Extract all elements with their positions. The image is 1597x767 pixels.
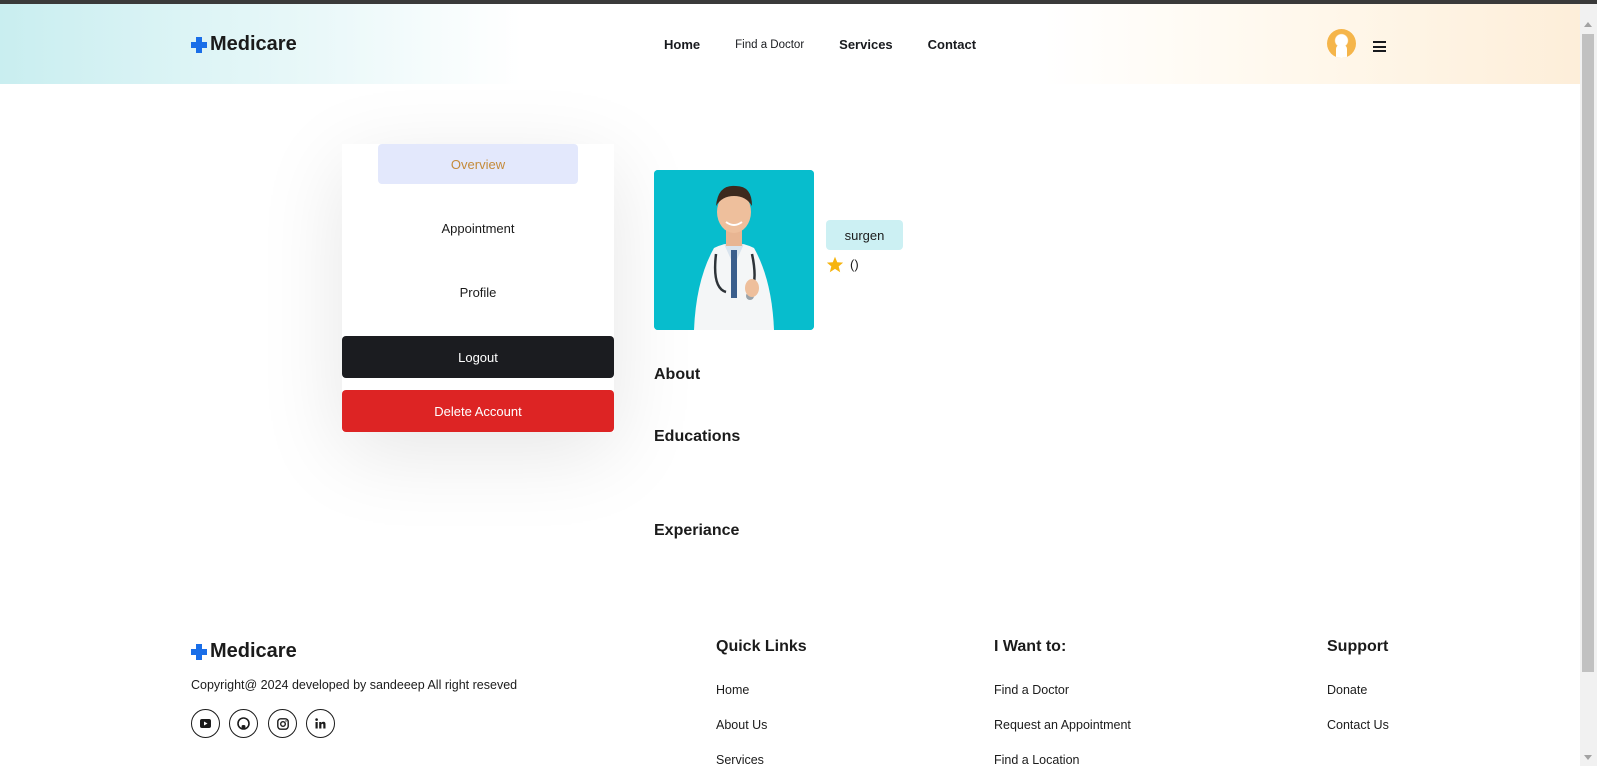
scroll-down-arrow-icon[interactable] [1584,755,1592,760]
quick-links-title: Quick Links [716,638,807,655]
footer-link-donate[interactable]: Donate [1327,683,1367,697]
footer-link-about-us[interactable]: About Us [716,718,767,732]
logout-button[interactable]: Logout [342,336,614,378]
about-heading: About [654,366,701,383]
nav-home[interactable]: Home [664,37,700,52]
logo-text: Medicare [210,33,297,55]
footer-link-request-appointment[interactable]: Request an Appointment [994,718,1131,732]
instagram-icon[interactable] [268,709,297,738]
doctor-photo [654,170,814,330]
tab-profile[interactable]: Profile [378,272,578,312]
plus-icon [191,36,207,53]
doctor-rating: () [826,256,859,273]
github-icon[interactable] [229,709,258,738]
youtube-icon[interactable] [191,709,220,738]
rating-count: () [850,257,859,272]
doctor-illustration [654,170,814,330]
footer-link-find-location[interactable]: Find a Location [994,753,1079,767]
site-header: Medicare Home Find a Doctor Services Con… [0,4,1580,84]
delete-account-button[interactable]: Delete Account [342,390,614,432]
user-avatar[interactable] [1327,29,1356,58]
nav-contact[interactable]: Contact [928,37,976,52]
educations-heading: Educations [654,428,741,445]
plus-icon [191,643,207,660]
specialty-badge: surgen [826,220,903,250]
tab-overview[interactable]: Overview [378,144,578,184]
footer-link-contact-us[interactable]: Contact Us [1327,718,1389,732]
nav-find-a-doctor[interactable]: Find a Doctor [735,39,804,51]
account-sidebar: Overview Appointment Profile Logout Dele… [342,144,614,432]
experience-heading: Experiance [654,522,740,539]
i-want-to-title: I Want to: [994,638,1067,655]
scroll-up-arrow-icon[interactable] [1584,22,1592,27]
footer-logo-text: Medicare [210,640,297,662]
menu-icon[interactable] [1373,41,1386,52]
scrollbar-thumb[interactable] [1582,34,1594,672]
footer-link-services[interactable]: Services [716,753,764,767]
site-logo[interactable]: Medicare [191,33,297,56]
nav-services[interactable]: Services [839,37,893,52]
linkedin-icon[interactable] [306,709,335,738]
star-icon [826,256,844,273]
support-title: Support [1327,638,1389,655]
main-nav: Home Find a Doctor Services Contact [664,37,1011,52]
tab-appointment[interactable]: Appointment [378,208,578,248]
footer-link-home[interactable]: Home [716,683,749,697]
copyright-text: Copyright@ 2024 developed by sandeeep Al… [191,678,518,692]
footer-logo[interactable]: Medicare [191,640,297,663]
vertical-scrollbar[interactable] [1580,4,1597,766]
footer-link-find-doctor[interactable]: Find a Doctor [994,683,1069,697]
